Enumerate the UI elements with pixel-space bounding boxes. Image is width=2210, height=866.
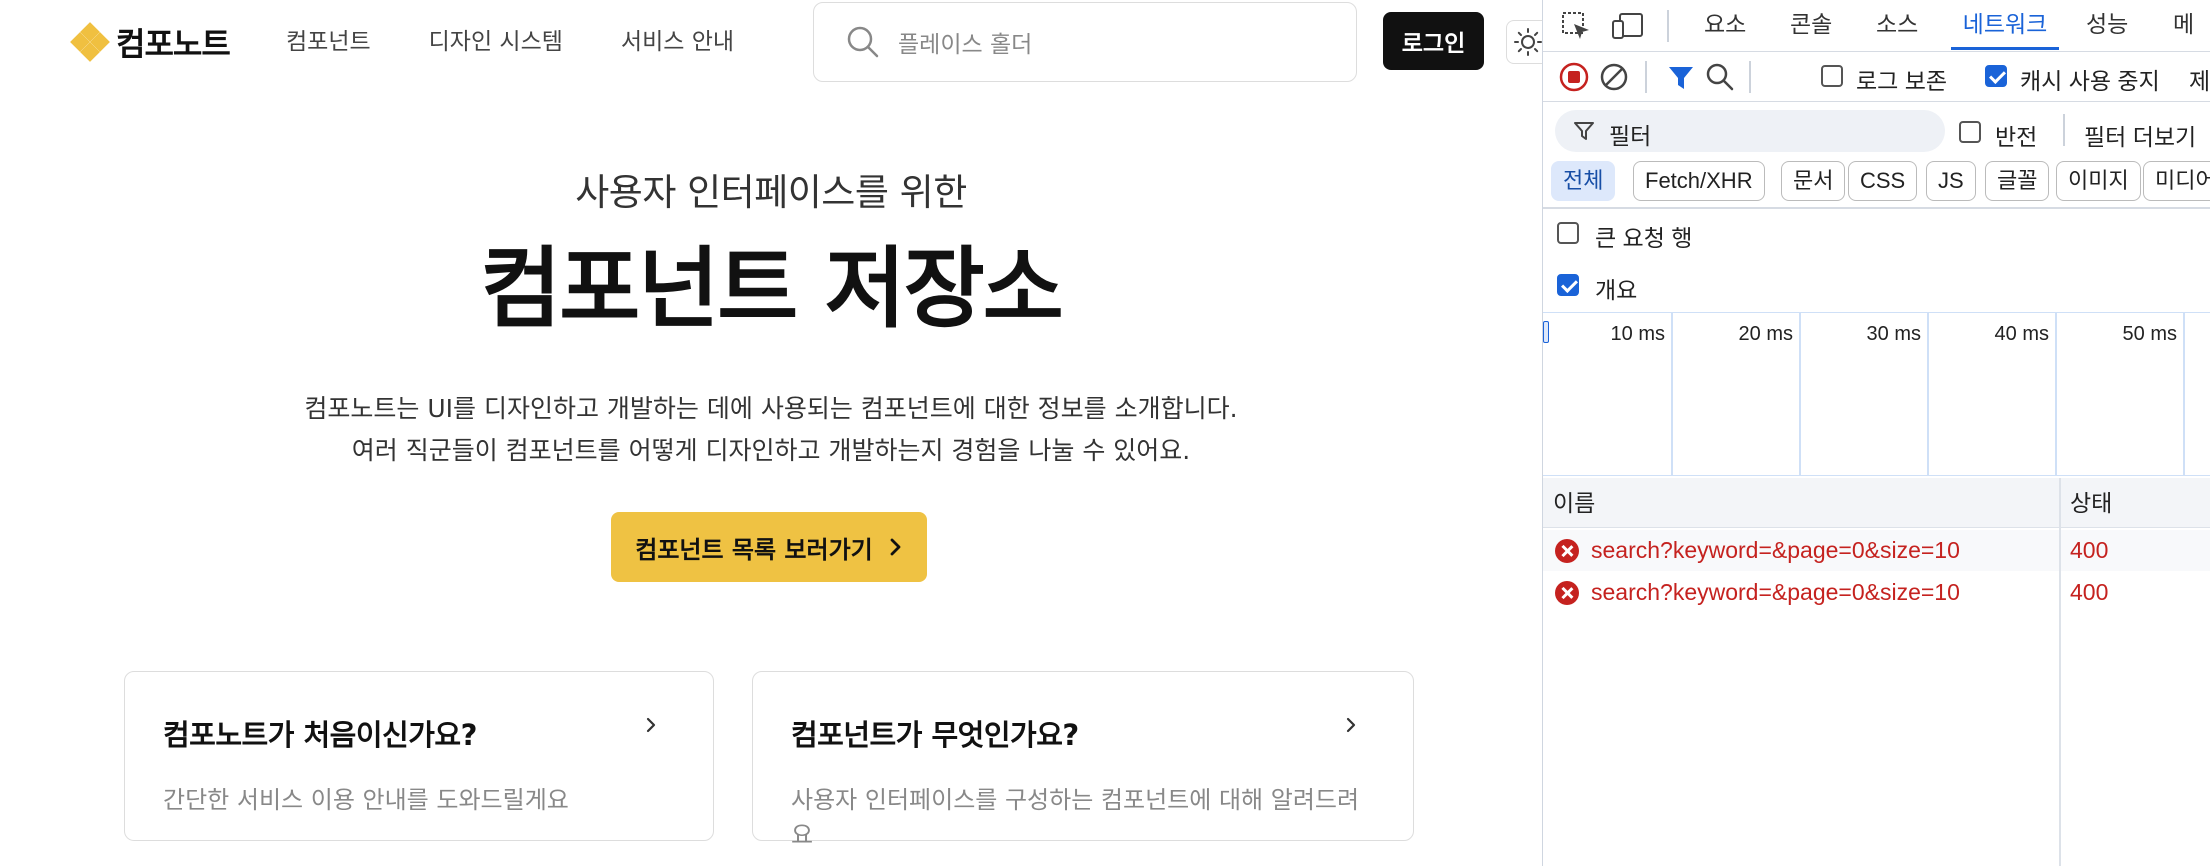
request-table-header: 이름 상태 [1543, 478, 2210, 528]
filter-input[interactable]: 필터 [1555, 110, 1945, 152]
website-viewport: 컴포노트 컴포넌트 디자인 시스템 서비스 안내 플레이스 홀더 로그인 사용자… [0, 0, 1542, 866]
tab-elements[interactable]: 요소 [1704, 0, 1746, 50]
request-name: search?keyword=&page=0&size=10 [1591, 579, 1960, 605]
hero-description-line: 컴포노트는 UI를 디자인하고 개발하는 데에 사용되는 컴포넌트에 대한 정보… [304, 394, 1238, 423]
invert-label: 반전 [1995, 124, 2038, 150]
component-list-button[interactable]: 컴포넌트 목록 보러가기 [611, 512, 927, 582]
chevron-right-icon [646, 717, 656, 733]
timeline-tick-label: 20 ms [1738, 323, 1793, 345]
filter-funnel-icon[interactable] [1667, 64, 1695, 92]
chevron-right-icon [890, 538, 901, 556]
type-filter-image[interactable]: 이미지 [2056, 161, 2141, 201]
timeline-tick-label: 10 ms [1610, 323, 1665, 345]
devtools-tab-bar: 요소 콘솔 소스 네트워크 성능 메 [1543, 0, 2210, 52]
overview-checkbox[interactable] [1557, 274, 1579, 296]
request-name: search?keyword=&page=0&size=10 [1591, 537, 1960, 563]
logo-diamond-icon [70, 22, 110, 62]
card-title: 컴포노트가 처음이신가요? [163, 718, 477, 752]
invert-checkbox[interactable] [1959, 121, 1981, 143]
type-filter-doc[interactable]: 문서 [1781, 161, 1846, 201]
chevron-right-icon [1346, 717, 1356, 733]
hero-title: 컴포넌트 저장소 [480, 237, 1063, 340]
error-icon [1555, 539, 1579, 563]
type-filter-font[interactable]: 글꼴 [1985, 161, 2050, 201]
devtools-panel: 요소 콘솔 소스 네트워크 성능 메 로그 보존 캐시 사용 중지 제 필터 반… [1542, 0, 2210, 866]
site-header: 컴포노트 컴포넌트 디자인 시스템 서비스 안내 플레이스 홀더 로그인 [0, 0, 1542, 82]
toolbar-overflow-label: 제 [2189, 68, 2210, 94]
login-button[interactable]: 로그인 [1383, 12, 1484, 70]
big-request-rows-checkbox[interactable] [1557, 222, 1579, 244]
network-overview-timeline[interactable]: 10 ms 20 ms 30 ms 40 ms 50 ms [1543, 312, 2210, 476]
type-filter-fetch-xhr[interactable]: Fetch/XHR [1633, 161, 1765, 201]
card-title: 컴포넌트가 무엇인가요? [791, 718, 1079, 752]
nav-link-components[interactable]: 컴포넌트 [286, 22, 371, 62]
preserve-log-label: 로그 보존 [1856, 68, 1948, 94]
type-filter-css[interactable]: CSS [1848, 161, 1918, 201]
disable-cache-checkbox[interactable] [1985, 65, 2007, 87]
tab-sources[interactable]: 소스 [1876, 0, 1918, 50]
overview-label: 개요 [1595, 277, 1638, 303]
table-row[interactable]: search?keyword=&page=0&size=10 400 [1543, 530, 2210, 571]
network-toolbar: 로그 보존 캐시 사용 중지 제 [1543, 52, 2210, 102]
timeline-tick-label: 50 ms [2122, 323, 2177, 345]
big-request-rows-label: 큰 요청 행 [1595, 225, 1693, 251]
cta-label: 컴포넌트 목록 보러가기 [635, 535, 873, 564]
type-filter-js[interactable]: JS [1926, 161, 1976, 201]
device-toolbar-icon[interactable] [1611, 11, 1645, 41]
hero-subtitle: 사용자 인터페이스를 위한 [575, 171, 967, 214]
column-header-name[interactable]: 이름 [1553, 478, 1595, 528]
filter-funnel-icon [1574, 122, 1594, 140]
request-status: 400 [2070, 579, 2109, 605]
card-description: 간단한 서비스 이용 안내를 도와드릴게요 [163, 786, 569, 814]
type-filter-all[interactable]: 전체 [1551, 161, 1616, 201]
intro-card-what-is-component[interactable]: 컴포넌트가 무엇인가요? 사용자 인터페이스를 구성하는 컴포넌트에 대해 알려… [752, 671, 1414, 849]
nav-link-service-guide[interactable]: 서비스 안내 [621, 22, 734, 62]
hero-description: 컴포노트는 UI를 디자인하고 개발하는 데에 사용되는 컴포넌트에 대한 정보… [0, 388, 1542, 472]
search-icon [847, 26, 879, 58]
search-placeholder: 플레이스 홀더 [898, 32, 1033, 58]
search-input[interactable]: 플레이스 홀더 [813, 2, 1357, 82]
main-nav: 컴포넌트 디자인 시스템 서비스 안내 [286, 22, 734, 62]
hero-description-line: 여러 직군들이 컴포넌트를 어떻게 디자인하고 개발하는지 경험을 나눌 수 있… [351, 436, 1191, 465]
theme-toggle-button[interactable] [1506, 20, 1542, 64]
intro-card-first-time[interactable]: 컴포노트가 처음이신가요? 간단한 서비스 이용 안내를 도와드릴게요 [124, 671, 714, 841]
error-icon [1555, 581, 1579, 605]
disable-cache-label: 캐시 사용 중지 [2020, 68, 2160, 94]
tab-performance[interactable]: 성능 [2086, 0, 2128, 50]
record-stop-icon[interactable] [1559, 62, 1589, 92]
clear-icon[interactable] [1599, 62, 1629, 92]
sun-icon [1514, 28, 1542, 56]
logo-text: 컴포노트 [116, 25, 231, 63]
tab-overflow[interactable]: 메 [2173, 0, 2194, 50]
tab-network[interactable]: 네트워크 [1951, 0, 2059, 50]
timeline-tick-label: 30 ms [1866, 323, 1921, 345]
preserve-log-checkbox[interactable] [1821, 65, 1843, 87]
table-row[interactable]: search?keyword=&page=0&size=10 400 [1543, 572, 2210, 613]
nav-link-design-system[interactable]: 디자인 시스템 [429, 22, 563, 62]
tab-console[interactable]: 콘솔 [1790, 0, 1832, 50]
search-icon[interactable] [1705, 62, 1735, 92]
filter-placeholder: 필터 [1609, 123, 1652, 149]
site-logo[interactable]: 컴포노트 [70, 20, 231, 64]
request-status: 400 [2070, 537, 2109, 563]
more-filters-button[interactable]: 필터 더보기 [2084, 118, 2196, 152]
timeline-tick-label: 40 ms [1994, 323, 2049, 345]
inspect-element-icon[interactable] [1561, 11, 1591, 41]
column-header-status[interactable]: 상태 [2070, 478, 2112, 528]
card-description: 사용자 인터페이스를 구성하는 컴포넌트에 대해 알려드려요 [791, 786, 1360, 849]
type-filter-media[interactable]: 미디어 [2143, 161, 2210, 201]
column-divider[interactable] [2059, 478, 2061, 866]
